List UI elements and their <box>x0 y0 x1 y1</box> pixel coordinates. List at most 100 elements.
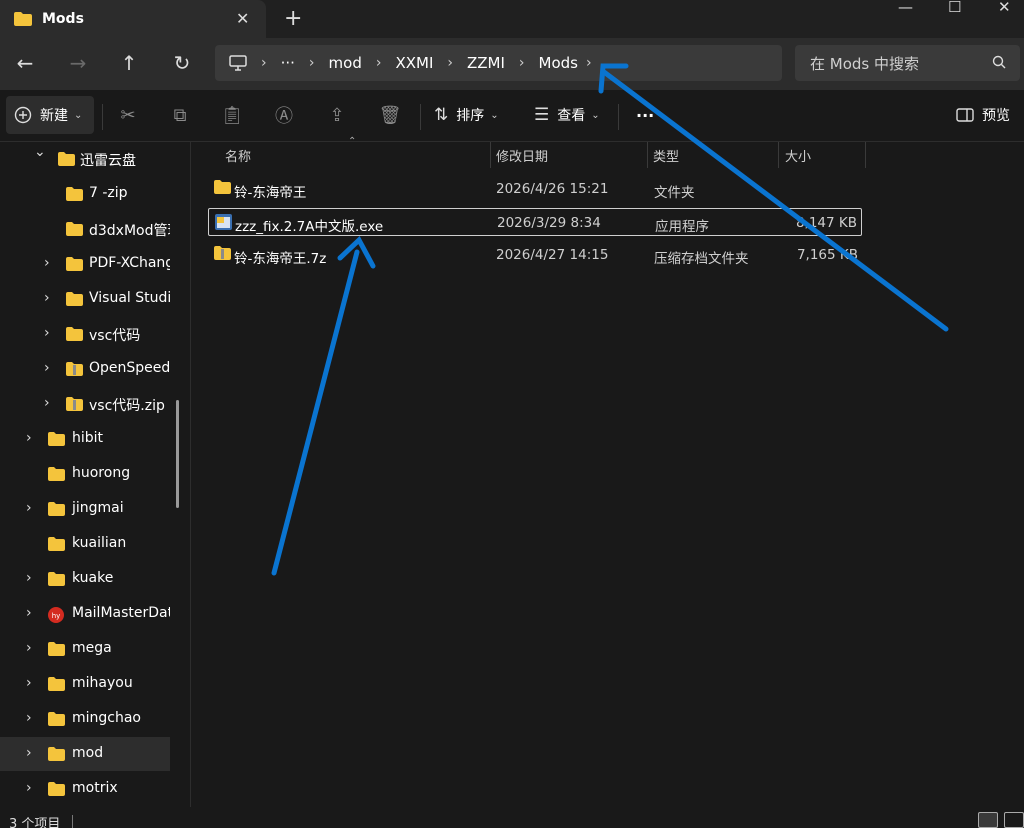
chevron-right-icon[interactable]: › <box>26 745 32 761</box>
chevron-right-icon[interactable]: › <box>26 640 32 656</box>
column-header-size[interactable]: 大小 <box>785 142 811 168</box>
sidebar-item[interactable]: › jingmai <box>0 492 170 526</box>
sidebar-item-label: d3dxMod管理 <box>89 223 170 239</box>
sidebar-item[interactable]: › Visual Studio <box>0 282 170 316</box>
navigation-bar: ← → ↑ ↻ › ··· › mod › XXMI › ZZMI › Mods… <box>0 38 1024 90</box>
column-header-name[interactable]: 名称 <box>225 142 251 168</box>
chevron-right-icon[interactable]: › <box>586 55 592 71</box>
folder-icon <box>66 187 83 201</box>
chevron-right-icon[interactable]: › <box>26 570 32 586</box>
copy-button[interactable]: ⧉ <box>168 96 192 134</box>
column-divider[interactable] <box>490 142 491 168</box>
title-bar: Mods ✕ + — ☐ ✕ <box>0 0 1024 38</box>
chevron-right-icon[interactable]: › <box>44 290 50 306</box>
sidebar-item[interactable]: › mega <box>0 632 170 666</box>
tab-mods[interactable]: Mods ✕ <box>0 0 266 38</box>
chevron-right-icon[interactable]: › <box>44 395 50 411</box>
share-icon: ⇪ <box>329 104 345 126</box>
close-tab-icon[interactable]: ✕ <box>236 9 249 28</box>
chevron-right-icon[interactable]: › <box>26 710 32 726</box>
sidebar-item[interactable]: huorong <box>0 457 170 491</box>
sidebar-item[interactable]: › hibit <box>0 422 170 456</box>
breadcrumb-xxmi[interactable]: XXMI <box>395 54 433 72</box>
chevron-right-icon[interactable]: › <box>44 360 50 376</box>
cut-button[interactable]: ✂ <box>116 96 140 134</box>
sidebar-item[interactable]: 7 -zip <box>0 177 170 211</box>
chevron-right-icon[interactable]: › <box>26 500 32 516</box>
share-button[interactable]: ⇪ <box>325 96 349 134</box>
sidebar-item[interactable]: › OpenSpeedy <box>0 352 170 386</box>
chevron-right-icon[interactable]: › <box>376 55 382 71</box>
more-options-button[interactable]: ··· <box>636 96 654 134</box>
back-button[interactable]: ← <box>11 50 39 76</box>
file-row[interactable]: 铃-东海帝王 2026/4/26 15:21 文件夹 <box>208 175 862 203</box>
refresh-button[interactable]: ↻ <box>168 50 196 76</box>
rename-button[interactable]: Ⓐ <box>272 96 296 134</box>
sidebar-item[interactable]: › mingchao <box>0 702 170 736</box>
file-row[interactable]: 铃-东海帝王.7z 2026/4/27 14:15 压缩存档文件夹 7,165 KB <box>208 241 862 269</box>
chevron-right-icon[interactable]: › <box>44 255 50 271</box>
sidebar-item[interactable]: › hy MailMasterData <box>0 597 170 631</box>
sidebar-scrollbar[interactable] <box>176 400 179 508</box>
sidebar-item[interactable]: kuailian <box>0 527 170 561</box>
forward-button[interactable]: → <box>64 50 92 76</box>
view-button[interactable]: ☰ 查看 ⌄ <box>534 96 600 134</box>
chevron-right-icon[interactable]: › <box>26 780 32 796</box>
view-lines-icon: ☰ <box>534 105 550 125</box>
paste-button[interactable]: 📋︎ <box>220 96 244 134</box>
sidebar-item-label: jingmai <box>72 500 124 516</box>
breadcrumb-more[interactable]: ··· <box>281 54 295 72</box>
breadcrumb-mod[interactable]: mod <box>329 54 362 72</box>
sidebar-item[interactable]: ⌄ 迅雷云盘 <box>0 142 170 176</box>
sidebar-item[interactable]: › PDF-XChange <box>0 247 170 281</box>
address-bar[interactable]: › ··· › mod › XXMI › ZZMI › Mods › <box>215 45 782 81</box>
details-view-button[interactable] <box>978 812 998 828</box>
new-button[interactable]: 新建 ⌄ <box>6 96 94 134</box>
column-divider[interactable] <box>647 142 648 168</box>
sidebar-item[interactable]: › motrix <box>0 772 170 806</box>
sidebar-item[interactable]: › vsc代码.zip <box>0 387 170 421</box>
tiles-view-button[interactable] <box>1004 812 1024 828</box>
copy-icon: ⧉ <box>173 104 187 126</box>
breadcrumb-zzmi[interactable]: ZZMI <box>467 54 505 72</box>
chevron-right-icon[interactable]: › <box>44 325 50 341</box>
sort-ascending-icon: ⌃ <box>348 136 357 147</box>
chevron-down-icon[interactable]: ⌄ <box>34 144 46 160</box>
column-divider[interactable] <box>778 142 779 168</box>
chevron-right-icon[interactable]: › <box>26 675 32 691</box>
chevron-right-icon[interactable]: › <box>309 55 315 71</box>
sidebar-item[interactable]: › mihayou <box>0 667 170 701</box>
sidebar-item[interactable]: › kuake <box>0 562 170 596</box>
preview-pane-icon <box>956 108 974 122</box>
column-header-type[interactable]: 类型 <box>653 142 679 168</box>
chevron-right-icon[interactable]: › <box>447 55 453 71</box>
sidebar-item[interactable]: › mod <box>0 737 170 771</box>
breadcrumb-mods[interactable]: Mods <box>539 54 578 72</box>
column-divider[interactable] <box>865 142 866 168</box>
chevron-right-icon[interactable]: › <box>261 55 267 71</box>
sidebar-item[interactable]: › vsc代码 <box>0 317 170 351</box>
sidebar-item[interactable]: d3dxMod管理 <box>0 212 170 246</box>
zip-folder-icon <box>66 397 83 411</box>
chevron-right-icon[interactable]: › <box>26 430 32 446</box>
chevron-right-icon[interactable]: › <box>519 55 525 71</box>
chevron-down-icon: ⌄ <box>591 109 600 121</box>
preview-pane-button[interactable]: 预览 <box>956 96 1010 134</box>
search-input[interactable]: 在 Mods 中搜索 <box>795 45 1020 81</box>
maximize-button[interactable]: ☐ <box>948 0 961 16</box>
toolbar-divider <box>102 104 103 130</box>
new-tab-button[interactable]: + <box>284 6 302 31</box>
column-header-modified[interactable]: 修改日期 <box>496 142 548 168</box>
up-button[interactable]: ↑ <box>115 50 143 76</box>
sort-button[interactable]: ⇅ 排序 ⌄ <box>434 96 499 134</box>
minimize-button[interactable]: — <box>898 0 913 16</box>
file-row[interactable]: zzz_fix.2.7A中文版.exe 2026/3/29 8:34 应用程序 8,1… <box>208 208 862 236</box>
zip-folder-icon <box>214 246 231 261</box>
delete-button[interactable]: 🗑︎ <box>378 96 402 134</box>
close-window-button[interactable]: ✕ <box>998 0 1011 16</box>
mailmaster-icon: hy <box>48 607 65 623</box>
chevron-right-icon[interactable]: › <box>26 605 32 621</box>
chevron-down-icon: ⌄ <box>74 109 83 121</box>
computer-icon[interactable] <box>229 55 247 71</box>
navigation-pane[interactable]: ⌄ 迅雷云盘 7 -zip d3dxMod管理 › PDF-XChange › Visual … <box>0 142 180 807</box>
